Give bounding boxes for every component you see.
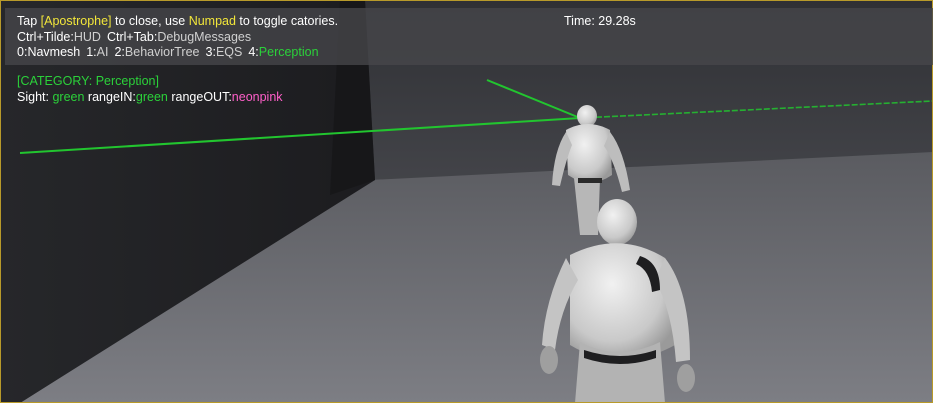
category-behaviortree[interactable]: BehaviorTree — [125, 45, 200, 59]
hud-text: Tap — [17, 14, 38, 28]
category-index: 1: — [86, 45, 97, 59]
shortcut-hud-toggle[interactable]: HUD — [74, 30, 101, 44]
legend-sight-label: Sight: — [17, 90, 49, 104]
category-header: [CATEGORY: Perception] — [17, 74, 159, 88]
category-navmesh[interactable]: Navmesh — [27, 45, 80, 59]
shortcut-key: Ctrl+Tab: — [106, 30, 158, 44]
hud-categories: 0:Navmesh 1:AI 2:BehaviorTree 3:EQS 4:Percep… — [17, 45, 319, 60]
apostrophe-key-label: [Apostrophe] — [40, 14, 112, 28]
hud-instructions: Tap [Apostrophe] to close, use Numpad to… — [17, 14, 338, 29]
category-index: 4: — [248, 45, 259, 59]
perception-legend: Sight: green rangeIN:green rangeOUT:neon… — [17, 90, 283, 105]
category-index: 2: — [114, 45, 125, 59]
category-perception-active[interactable]: Perception — [259, 45, 319, 59]
hud-text: to toggle catories. — [239, 14, 339, 28]
time-readout: Time: 29.28s — [564, 14, 636, 28]
legend-rangeout-label: rangeOUT: — [171, 90, 232, 104]
hud-shortcuts: Ctrl+Tilde:HUD Ctrl+Tab:DebugMessages — [17, 30, 251, 45]
legend-rangeout-color: neonpink — [231, 90, 283, 104]
game-viewport[interactable]: Tap [Apostrophe] to close, use Numpad to… — [0, 0, 933, 403]
legend-rangein-label: rangeIN: — [87, 90, 136, 104]
numpad-key-label: Numpad — [188, 14, 236, 28]
legend-sight-color: green — [52, 90, 85, 104]
category-ai[interactable]: AI — [97, 45, 109, 59]
hud-text: to close, use — [115, 14, 186, 28]
category-eqs[interactable]: EQS — [216, 45, 242, 59]
category-index: 3: — [205, 45, 216, 59]
shortcut-debugmessages-toggle[interactable]: DebugMessages — [157, 30, 251, 44]
category-index: 0: — [17, 45, 28, 59]
shortcut-key: Ctrl+Tilde: — [17, 30, 74, 44]
legend-rangein-color: green — [135, 90, 168, 104]
